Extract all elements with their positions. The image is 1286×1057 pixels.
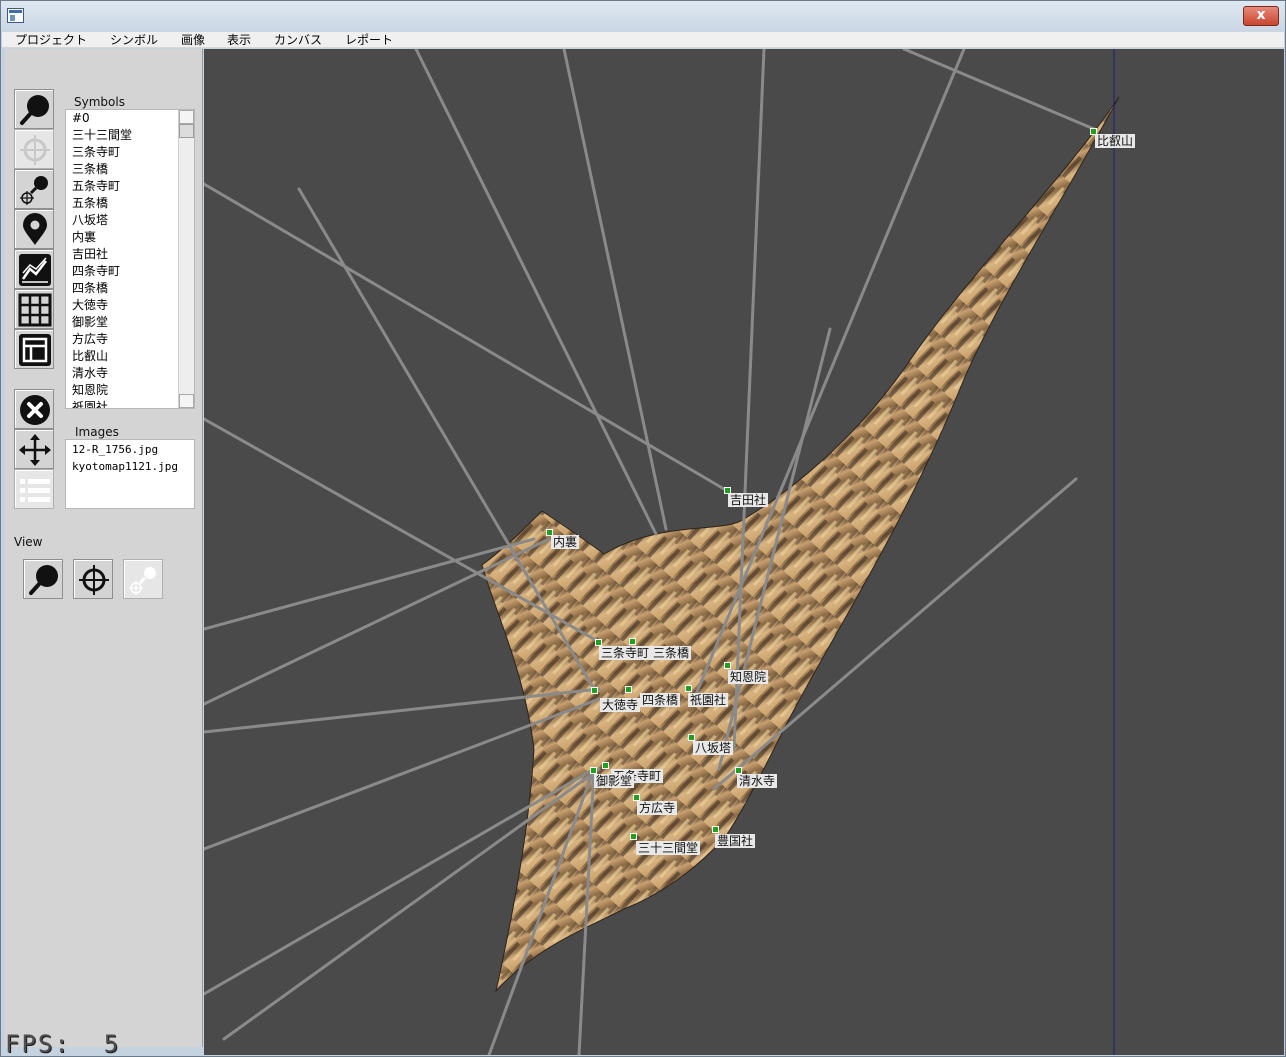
list-item[interactable]: 五条橋 — [72, 195, 108, 212]
target-tool-button[interactable] — [14, 129, 54, 169]
view-search-button[interactable] — [23, 559, 63, 599]
delete-tool-button[interactable] — [14, 389, 54, 429]
list-item[interactable]: 祇園社 — [72, 399, 108, 408]
list-icon — [20, 479, 50, 502]
list-item[interactable]: 12-R_1756.jpg — [72, 441, 158, 458]
images-list[interactable]: 12-R_1756.jpg kyotomap1121.jpg — [65, 439, 195, 509]
marker-mieido[interactable] — [590, 767, 597, 774]
close-button[interactable]: x — [1243, 6, 1279, 26]
label-hiei: 比叡山 — [1095, 134, 1136, 148]
scroll-down-arrow[interactable] — [179, 394, 194, 408]
marker-hokoji[interactable] — [633, 794, 640, 801]
symbols-scrollbar[interactable] — [178, 110, 194, 408]
menu-canvas[interactable]: カンバス — [274, 33, 322, 47]
marker-daitokuji[interactable] — [591, 687, 598, 694]
label-dairi: 内裏 — [551, 535, 580, 549]
grid-icon — [18, 293, 52, 327]
list-item[interactable]: #0 — [72, 110, 90, 127]
app-window: x プロジェクト シンボル 画像 表示 カンバス レポート Symbols #0… — [0, 0, 1286, 1057]
marker-toyokuni[interactable] — [712, 826, 719, 833]
layout-icon — [19, 334, 51, 366]
list-item[interactable]: 三条橋 — [72, 161, 108, 178]
label-yoshida: 吉田社 — [728, 493, 769, 507]
grid-tool-button[interactable] — [14, 289, 54, 329]
list-item[interactable]: 比叡山 — [72, 348, 108, 365]
list-item[interactable]: 四条寺町 — [72, 263, 120, 280]
list-item[interactable]: kyotomap1121.jpg — [72, 458, 178, 475]
label-toyokuni: 豊国社 — [715, 834, 756, 848]
label-sanjo-bashi: 三条橋 — [651, 646, 692, 660]
label-yasaka: 八坂塔 — [693, 741, 734, 755]
list-item[interactable]: 清水寺 — [72, 365, 108, 382]
scroll-thumb[interactable] — [179, 124, 194, 138]
close-circle-icon — [20, 395, 50, 425]
tool-panel: Symbols #0 三十三間堂 三条寺町 三条橋 五条寺町 五条橋 八坂塔 内… — [5, 49, 203, 1047]
magnifier-crosshair-icon — [20, 176, 48, 205]
list-item[interactable]: 八坂塔 — [72, 212, 108, 229]
label-sanjusangendo: 三十三間堂 — [636, 841, 701, 855]
list-item[interactable]: 御影堂 — [72, 314, 108, 331]
label-mieido: 御影堂 — [594, 774, 635, 788]
marker-sanjo-bashi[interactable] — [629, 638, 636, 645]
list-item[interactable]: 五条寺町 — [72, 178, 120, 195]
magnifier-icon — [29, 565, 58, 595]
map-pin-icon — [23, 213, 47, 245]
app-icon — [7, 8, 24, 23]
list-item[interactable]: 内裏 — [72, 229, 96, 246]
menu-view[interactable]: 表示 — [227, 33, 251, 47]
magnifier-crosshair-icon — [129, 567, 156, 595]
label-gion: 祇園社 — [688, 693, 729, 707]
label-kiyomizu: 清水寺 — [737, 774, 778, 788]
list-item[interactable]: 吉田社 — [72, 246, 108, 263]
menu-project[interactable]: プロジェクト — [15, 33, 87, 47]
marker-gojo-teramachi[interactable] — [602, 762, 609, 769]
menu-report[interactable]: レポート — [345, 33, 393, 47]
label-daitokuji: 大徳寺 — [600, 698, 641, 712]
label-sanjo-teramachi: 三条寺町 — [599, 646, 652, 660]
images-label: Images — [75, 425, 119, 439]
fps-counter: FPS: 5 — [5, 1030, 121, 1057]
search-target-tool-button[interactable] — [14, 169, 54, 209]
chart-tool-button[interactable] — [14, 249, 54, 289]
list-item[interactable]: 三条寺町 — [72, 144, 120, 161]
layout-tool-button[interactable] — [14, 329, 54, 369]
menu-bar: プロジェクト シンボル 画像 表示 カンバス レポート — [2, 32, 1284, 48]
move-tool-button[interactable] — [14, 429, 54, 469]
list-tool-button[interactable] — [14, 469, 54, 509]
list-item[interactable]: 大徳寺 — [72, 297, 108, 314]
label-chionin: 知恩院 — [728, 670, 769, 684]
move-arrows-icon — [19, 434, 51, 466]
symbols-list[interactable]: #0 三十三間堂 三条寺町 三条橋 五条寺町 五条橋 八坂塔 内裏 吉田社 四条… — [65, 109, 195, 409]
crosshair-icon — [79, 565, 109, 595]
warped-map-image — [204, 49, 1120, 1055]
marker-sanjo-teramachi[interactable] — [595, 639, 602, 646]
view-search-target-button[interactable] — [123, 559, 163, 599]
line-chart-icon — [19, 254, 51, 286]
menu-image[interactable]: 画像 — [181, 33, 205, 47]
marker-chionin[interactable] — [724, 662, 731, 669]
marker-yasaka[interactable] — [688, 734, 695, 741]
list-item[interactable]: 知恩院 — [72, 382, 108, 399]
label-hokoji: 方広寺 — [637, 801, 678, 815]
scroll-up-arrow[interactable] — [179, 110, 194, 124]
symbols-label: Symbols — [74, 95, 125, 109]
marker-kiyomizu[interactable] — [735, 767, 742, 774]
view-target-button[interactable] — [73, 559, 113, 599]
list-item[interactable]: 三十三間堂 — [72, 127, 132, 144]
marker-sanjusangendo[interactable] — [630, 833, 637, 840]
crosshair-icon — [20, 135, 50, 165]
map-canvas[interactable]: 比叡山 吉田社 内裏 三条寺町 三条橋 知恩院 大徳寺 四条橋 祇園社 八坂塔 … — [204, 49, 1284, 1055]
search-tool-button[interactable] — [14, 89, 54, 129]
magnifier-icon — [20, 95, 49, 125]
view-label: View — [14, 535, 43, 549]
list-item[interactable]: 四条橋 — [72, 280, 108, 297]
map-pin-tool-button[interactable] — [14, 209, 54, 249]
title-bar[interactable]: x — [1, 1, 1285, 32]
label-shijo-bashi: 四条橋 — [640, 693, 681, 707]
marker-gion[interactable] — [685, 685, 692, 692]
list-item[interactable]: 方広寺 — [72, 331, 108, 348]
menu-symbol[interactable]: シンボル — [110, 33, 158, 47]
marker-shijo-bashi[interactable] — [625, 686, 632, 693]
